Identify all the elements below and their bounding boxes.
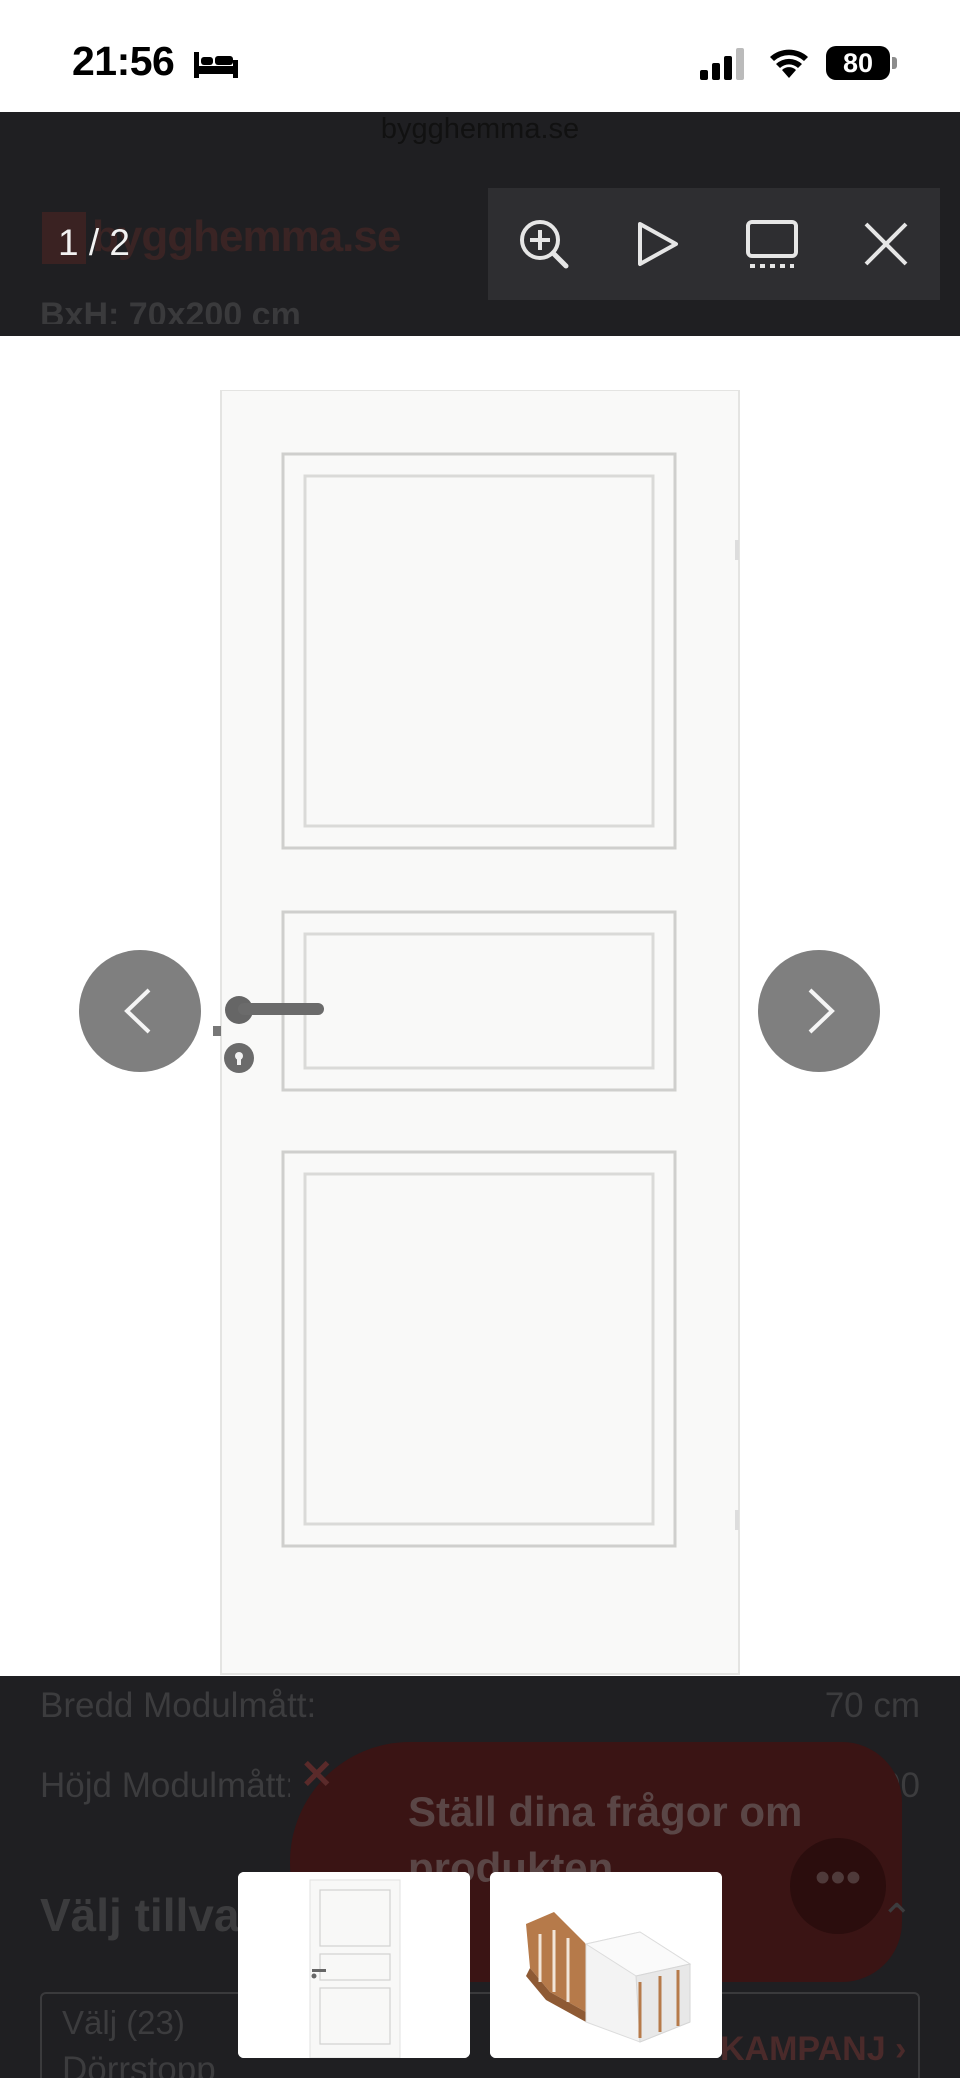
thumbnail-2[interactable] [490,1872,722,2058]
previous-image-button[interactable] [79,950,201,1072]
play-icon[interactable] [628,216,684,272]
wifi-icon [770,49,808,78]
status-bar: 21:56 80 [0,0,960,112]
site-logo: bygghemma.se [92,212,401,261]
campaign-badge: KAMPANJ › [720,2030,907,2068]
chevron-right-icon [808,988,835,1034]
thumbnail-door-image [238,1872,470,2058]
chat-dots-icon[interactable]: ••• [790,1838,886,1934]
battery-level: 80 [826,46,890,80]
addons-select-count: Välj (23) [62,2004,185,2041]
addons-heading: Välj tillval [40,1889,253,1941]
battery-indicator: 80 [826,46,898,80]
addons-select-value: Dörrstopp [62,2050,216,2078]
browser-url[interactable]: bygghemma.se [0,113,960,146]
chevron-up-icon[interactable]: ⌃ [880,1896,914,1942]
close-icon[interactable] [858,216,914,272]
sleep-focus-icon [194,52,238,78]
product-image-door [213,390,740,1675]
product-dimensions-text: BxH: 70x200 cm [40,296,301,324]
spec-label: Höjd Modulmått: [40,1766,290,1805]
spec-label: Bredd Modulmått: [40,1686,317,1725]
fullscreen-icon[interactable] [744,216,800,272]
cellular-signal-icon [700,48,744,80]
battery-cap [892,57,897,69]
viewer-toolbar [488,188,940,300]
thumbnail-1[interactable] [238,1872,470,2058]
image-counter: 1 / 2 [58,222,130,263]
zoom-in-icon[interactable] [516,216,572,272]
thumbnail-door-section-image [490,1872,722,2058]
status-time: 21:56 [72,38,175,84]
chevron-left-icon [124,988,151,1034]
next-image-button[interactable] [758,950,880,1072]
chat-close-icon[interactable]: ✕ [300,1752,334,1798]
spec-value: 70 cm [824,1686,920,1725]
